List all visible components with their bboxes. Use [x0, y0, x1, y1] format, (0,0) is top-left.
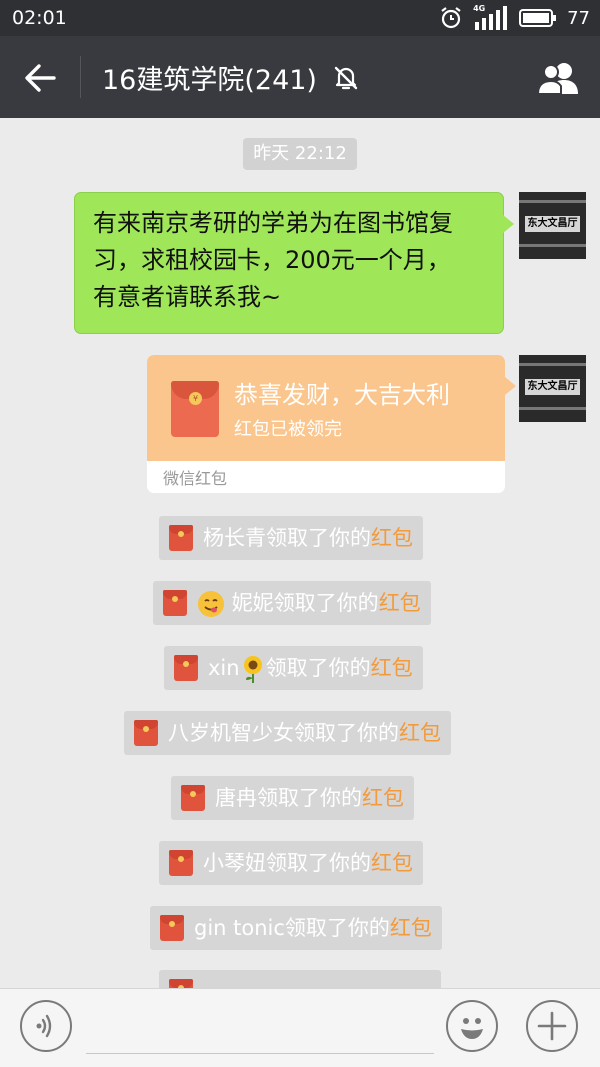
avatar-sign: 东大文昌厅	[525, 216, 580, 232]
voice-icon	[36, 1014, 52, 1038]
notice-text: 领取了你的	[257, 786, 362, 810]
red-envelope-icon: ¥	[171, 381, 219, 437]
message-input[interactable]	[86, 999, 434, 1054]
mute-bell-icon	[334, 66, 358, 90]
avatar-stripe	[519, 200, 586, 203]
emoji-button[interactable]	[446, 1000, 498, 1052]
red-packet-top: ¥ 恭喜发财，大吉大利 红包已被领完	[147, 355, 505, 461]
red-packet-icon	[134, 720, 158, 746]
status-icons: 4G 77	[439, 4, 590, 30]
notice-name: xin	[208, 656, 240, 680]
red-packet-status: 红包已被领完	[234, 419, 342, 440]
red-packet-greeting: 恭喜发财，大吉大利	[234, 381, 450, 409]
alarm-icon	[441, 7, 461, 29]
notice-name: 杨长青	[203, 526, 266, 550]
header-divider	[80, 56, 81, 98]
red-packet-link[interactable]: 红包	[371, 851, 413, 875]
avatar-stripe	[519, 407, 586, 410]
red-packet-notice: 妮妮领取了你的红包	[153, 581, 431, 625]
red-packet-notice: xin 领取了你的红包	[164, 646, 423, 690]
notice-text: 领取了你的	[273, 591, 379, 615]
plus-icon	[537, 1011, 567, 1041]
notice-text: 领取了你的	[266, 851, 371, 875]
status-time: 02:01	[12, 7, 67, 29]
notice-text: 领取了你的	[266, 526, 371, 550]
chat-header: 16建筑学院(241)	[0, 36, 600, 118]
red-packet-notice-partial	[159, 970, 441, 988]
voice-button[interactable]	[20, 1000, 72, 1052]
back-arrow-icon[interactable]	[22, 60, 58, 96]
group-members-icon[interactable]	[536, 60, 582, 96]
battery-icon	[519, 9, 557, 27]
notice-name: gin tonic	[194, 916, 285, 940]
red-packet-notice: 八岁机智少女领取了你的红包	[124, 711, 451, 755]
red-packet-icon	[169, 850, 193, 876]
avatar-stripe	[519, 363, 586, 366]
input-bar	[0, 988, 600, 1067]
red-packet-link[interactable]: 红包	[390, 916, 432, 940]
red-packet-icon	[169, 525, 193, 551]
emoji-icon	[461, 1018, 483, 1039]
red-packet-notice: 小琴妞领取了你的红包	[159, 841, 423, 885]
notice-name: 唐冉	[215, 786, 257, 810]
message-line: 习，求租校园卡，200元一个月，	[93, 246, 451, 274]
message-line: 有来南京考研的学弟为在图书馆复	[93, 209, 453, 237]
avatar[interactable]: 东大文昌厅	[519, 192, 586, 259]
message-timestamp: 昨天 22:12	[243, 138, 357, 170]
avatar-sign: 东大文昌厅	[525, 379, 580, 395]
plus-button[interactable]	[526, 1000, 578, 1052]
message-line: 有意者请联系我~	[93, 283, 282, 311]
red-packet-icon	[181, 785, 205, 811]
chat-title: 16建筑学院(241)	[102, 65, 317, 96]
red-packet-icon	[163, 590, 187, 616]
sunflower-emoji-icon	[243, 656, 262, 683]
bubble-tail	[505, 377, 516, 395]
red-packet-link[interactable]: 红包	[399, 721, 441, 745]
avatar[interactable]: 东大文昌厅	[519, 355, 586, 422]
notice-name: 妮妮	[231, 591, 274, 615]
red-packet-icon	[160, 915, 184, 941]
red-packet-card[interactable]: ¥ 恭喜发财，大吉大利 红包已被领完 微信红包	[147, 355, 505, 493]
text-message-bubble[interactable]: 有来南京考研的学弟为在图书馆复 习，求租校园卡，200元一个月， 有意者请联系我…	[74, 192, 514, 334]
battery-level: 77	[567, 7, 590, 29]
notice-name: 小琴妞	[203, 851, 266, 875]
red-packet-icon	[174, 655, 198, 681]
red-packet-link[interactable]: 红包	[379, 591, 421, 615]
red-packet-notice: 唐冉领取了你的红包	[171, 776, 414, 820]
red-packet-link[interactable]: 红包	[371, 526, 413, 550]
red-packet-link[interactable]: 红包	[371, 656, 413, 680]
red-packet-link[interactable]: 红包	[362, 786, 404, 810]
notice-name: 八岁机智少女	[168, 721, 294, 745]
red-packet-footer: 微信红包	[163, 469, 228, 488]
yum-face-emoji-icon	[198, 591, 224, 617]
red-packet-notice: gin tonic领取了你的红包	[150, 906, 442, 950]
red-packet-notice: 杨长青领取了你的红包	[159, 516, 423, 560]
status-bar: 02:01 4G 77	[0, 0, 600, 36]
notice-text: 领取了你的	[294, 721, 399, 745]
notice-text: 领取了你的	[284, 916, 390, 940]
signal-icon: 4G	[473, 4, 509, 30]
notice-text: 领取了你的	[265, 656, 371, 680]
avatar-stripe	[519, 244, 586, 247]
chat-area[interactable]: 昨天 22:12 有来南京考研的学弟为在图书馆复 习，求租校园卡，200元一个月…	[0, 118, 600, 988]
red-packet-icon	[169, 979, 193, 988]
